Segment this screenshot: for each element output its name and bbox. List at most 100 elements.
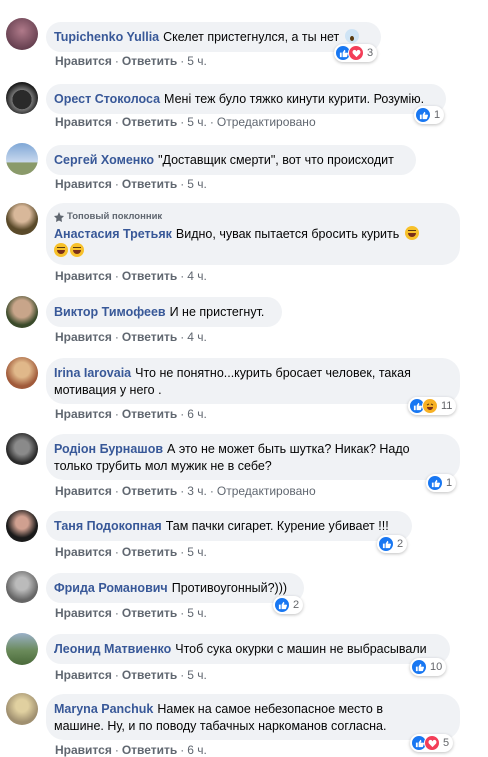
- like-link[interactable]: Нравится: [55, 743, 112, 757]
- avatar[interactable]: [6, 18, 38, 50]
- comment-author[interactable]: Фрида Романович: [54, 581, 168, 595]
- comment-actions: Нравится · Ответить · 5 ч.: [55, 668, 207, 682]
- comment-bubble: Tupichenko Yullia Скелет пристегнулся, а …: [46, 22, 381, 52]
- like-link[interactable]: Нравится: [55, 330, 112, 344]
- comment-bubble: Maryna Panchuk Намек на самое небезопасно…: [46, 694, 460, 740]
- avatar[interactable]: [6, 433, 38, 465]
- comment-author[interactable]: Виктор Тимофеев: [54, 305, 166, 319]
- comment-time[interactable]: 4 ч.: [187, 330, 207, 344]
- like-reaction-icon: [427, 475, 443, 491]
- edited-label[interactable]: Отредактировано: [217, 115, 316, 129]
- reply-link[interactable]: Ответить: [122, 484, 177, 498]
- reply-link[interactable]: Ответить: [122, 606, 177, 620]
- like-link[interactable]: Нравится: [55, 606, 112, 620]
- reply-link[interactable]: Ответить: [122, 177, 177, 191]
- like-link[interactable]: Нравится: [55, 54, 112, 68]
- comment-bubble: Фрида Романович Противоугонный?))): [46, 573, 304, 603]
- avatar[interactable]: [6, 203, 38, 235]
- comment-text: Скелет пристегнулся, а ты нет: [163, 30, 340, 44]
- top-fan-badge: Топовый поклонник: [54, 208, 450, 225]
- comment-time[interactable]: 5 ч.: [187, 54, 207, 68]
- like-link[interactable]: Нравится: [55, 269, 112, 283]
- comment-text: А это не может быть шутка? Никак? Надо: [167, 442, 410, 456]
- comment-author[interactable]: Леонид Матвиенко: [54, 642, 171, 656]
- comment-time[interactable]: 3 ч.: [187, 484, 207, 498]
- reply-link[interactable]: Ответить: [122, 407, 177, 421]
- laughing-emoji-icon: [70, 243, 84, 257]
- comment-actions: Нравится · Ответить · 5 ч.: [55, 606, 207, 620]
- reaction-summary[interactable]: 3: [334, 44, 378, 62]
- avatar[interactable]: [6, 510, 38, 542]
- comment-author[interactable]: Tupichenko Yullia: [54, 30, 159, 44]
- reaction-summary[interactable]: 11: [408, 397, 457, 415]
- reply-link[interactable]: Ответить: [122, 545, 177, 559]
- reply-link[interactable]: Ответить: [122, 668, 177, 682]
- comment-time[interactable]: 6 ч.: [187, 743, 207, 757]
- reply-link[interactable]: Ответить: [122, 743, 177, 757]
- comment-author[interactable]: Сергей Хоменко: [54, 153, 154, 167]
- comment-text: Что не понятно...курить бросает человек,…: [135, 366, 411, 380]
- avatar[interactable]: [6, 143, 38, 175]
- comment-author[interactable]: Maryna Panchuk: [54, 702, 153, 716]
- reply-link[interactable]: Ответить: [122, 269, 177, 283]
- comment-text: Там пачки сигарет. Курение убивает !!!: [165, 519, 389, 533]
- reply-link[interactable]: Ответить: [122, 330, 177, 344]
- comment-author[interactable]: Анастасия Третьяк: [54, 227, 172, 241]
- reaction-count: 1: [446, 477, 453, 489]
- comment-text: Противоугонный?))): [171, 581, 288, 595]
- comment-time[interactable]: 5 ч.: [187, 177, 207, 191]
- comment-bubble: Леонид Матвиенко Чтоб сука окурки с машин…: [46, 634, 450, 664]
- like-reaction-icon: [415, 107, 431, 123]
- reaction-summary[interactable]: 1: [414, 106, 445, 124]
- haha-reaction-icon: [422, 398, 438, 414]
- avatar[interactable]: [6, 357, 38, 389]
- like-link[interactable]: Нравится: [55, 484, 112, 498]
- comment-text: Мені теж було тяжко кинути курити. Розум…: [164, 92, 425, 106]
- reply-link[interactable]: Ответить: [122, 54, 177, 68]
- laughing-emoji-icon: [404, 226, 419, 240]
- comment-time[interactable]: 5 ч.: [187, 115, 207, 129]
- comment-bubble: Орест Стоколоса Мені теж було тяжко кинут…: [46, 84, 446, 114]
- reaction-count: 2: [293, 599, 300, 611]
- reaction-summary[interactable]: 5: [410, 734, 454, 752]
- comment-time[interactable]: 4 ч.: [187, 269, 207, 283]
- comment-actions: Нравится · Ответить · 6 ч.: [55, 407, 207, 421]
- comment-time[interactable]: 5 ч.: [187, 606, 207, 620]
- reply-link[interactable]: Ответить: [122, 115, 177, 129]
- avatar[interactable]: [6, 571, 38, 603]
- like-link[interactable]: Нравится: [55, 407, 112, 421]
- comment-author[interactable]: Irina Iarovaia: [54, 366, 131, 380]
- like-reaction-icon: [378, 536, 394, 552]
- comment-actions: Нравится · Ответить · 5 ч. · Отредактировано: [55, 115, 316, 129]
- reaction-summary[interactable]: 10: [410, 658, 447, 676]
- love-reaction-icon: [348, 45, 364, 61]
- comment-time[interactable]: 5 ч.: [187, 668, 207, 682]
- comment-author[interactable]: Родіон Бурнашов: [54, 442, 163, 456]
- like-link[interactable]: Нравится: [55, 545, 112, 559]
- reaction-summary[interactable]: 2: [377, 535, 408, 553]
- like-link[interactable]: Нравится: [55, 115, 112, 129]
- comment-time[interactable]: 5 ч.: [187, 545, 207, 559]
- comment-author[interactable]: Таня Подокопная: [54, 519, 162, 533]
- reaction-summary[interactable]: 2: [273, 596, 304, 614]
- comment-actions: Нравится · Ответить · 3 ч. · Отредактировано: [55, 484, 316, 498]
- comment-author[interactable]: Орест Стоколоса: [54, 92, 160, 106]
- comment-bubble: Виктор Тимофеев И не пристегнут.: [46, 297, 282, 327]
- avatar[interactable]: [6, 296, 38, 328]
- reaction-count: 11: [441, 400, 453, 412]
- comment-time[interactable]: 6 ч.: [187, 407, 207, 421]
- like-link[interactable]: Нравится: [55, 177, 112, 191]
- avatar[interactable]: [6, 693, 38, 725]
- avatar[interactable]: [6, 633, 38, 665]
- comment-text: "Доставщик смерти", вот что происходит: [158, 153, 394, 167]
- edited-label[interactable]: Отредактировано: [217, 484, 316, 498]
- reaction-summary[interactable]: 1: [426, 474, 457, 492]
- comment-actions: Нравится · Ответить · 5 ч.: [55, 177, 207, 191]
- comment-text: Видно, чувак пытается бросить курить: [175, 227, 400, 241]
- comment-text: Чтоб сука окурки с машин не выбрасывали: [175, 642, 427, 656]
- avatar[interactable]: [6, 82, 38, 114]
- comment-bubble: Irina Iarovaia Что не понятно...курить бр…: [46, 358, 460, 404]
- reaction-count: 5: [443, 737, 450, 749]
- like-link[interactable]: Нравится: [55, 668, 112, 682]
- comment-text: Намек на самое небезопасное место в: [157, 702, 383, 716]
